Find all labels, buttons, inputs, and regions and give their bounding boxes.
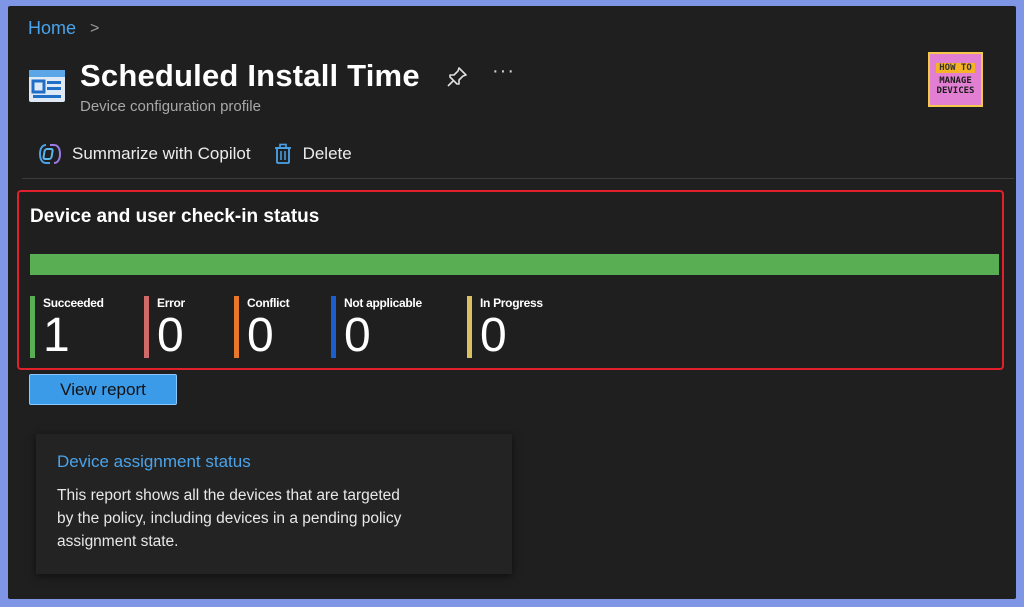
brand-logo: HOW TO MANAGE DEVICES [928,52,983,107]
toolbar-divider [22,178,1014,179]
stat-label: Conflict [247,296,290,310]
checkin-status-panel: Device and user check-in status Succeede… [17,190,1004,370]
checkin-status-title: Device and user check-in status [30,206,320,227]
copilot-icon [38,144,62,164]
device-assignment-description: This report shows all the devices that a… [57,487,402,550]
checkin-status-bar [30,254,999,275]
device-assignment-card: Device assignment status This report sho… [36,434,512,574]
more-options-icon[interactable]: ··· [492,60,515,83]
profile-icon [28,68,66,104]
stat-not-applicable[interactable]: Not applicable 0 [331,296,422,362]
summarize-copilot-label: Summarize with Copilot [72,144,251,163]
stat-label: In Progress [480,296,543,310]
breadcrumb: Home > [28,18,99,39]
logo-line-1: HOW TO [936,63,975,73]
page-subtitle: Device configuration profile [80,98,261,115]
summarize-copilot-button[interactable]: Summarize with Copilot [38,143,251,165]
stat-value: 0 [480,309,507,362]
toolbar: Summarize with Copilot Delete [38,143,374,165]
stat-conflict[interactable]: Conflict 0 [234,296,290,362]
page-title: Scheduled Install Time [80,58,420,93]
stat-label: Error [157,296,185,310]
stat-in-progress[interactable]: In Progress 0 [467,296,543,362]
stat-succeeded[interactable]: Succeeded 1 [30,296,104,362]
delete-button[interactable]: Delete [273,143,352,165]
logo-line-3: DEVICES [936,86,975,96]
logo-line-2: MANAGE [939,76,972,86]
view-report-button[interactable]: View report [29,374,177,405]
stat-label: Not applicable [344,296,422,310]
breadcrumb-separator: > [90,19,100,37]
stat-label: Succeeded [43,296,104,310]
stat-value: 0 [247,309,274,362]
stat-value: 0 [157,309,184,362]
device-assignment-link[interactable]: Device assignment status [57,452,251,472]
stat-value: 0 [344,309,371,362]
main-frame: Home > Scheduled Install Time ··· Device… [8,6,1016,599]
delete-label: Delete [302,144,352,163]
pin-icon[interactable] [446,66,468,88]
breadcrumb-home-link[interactable]: Home [28,18,76,39]
stat-error[interactable]: Error 0 [144,296,185,362]
stat-value: 1 [43,309,70,362]
trash-icon [274,143,291,164]
